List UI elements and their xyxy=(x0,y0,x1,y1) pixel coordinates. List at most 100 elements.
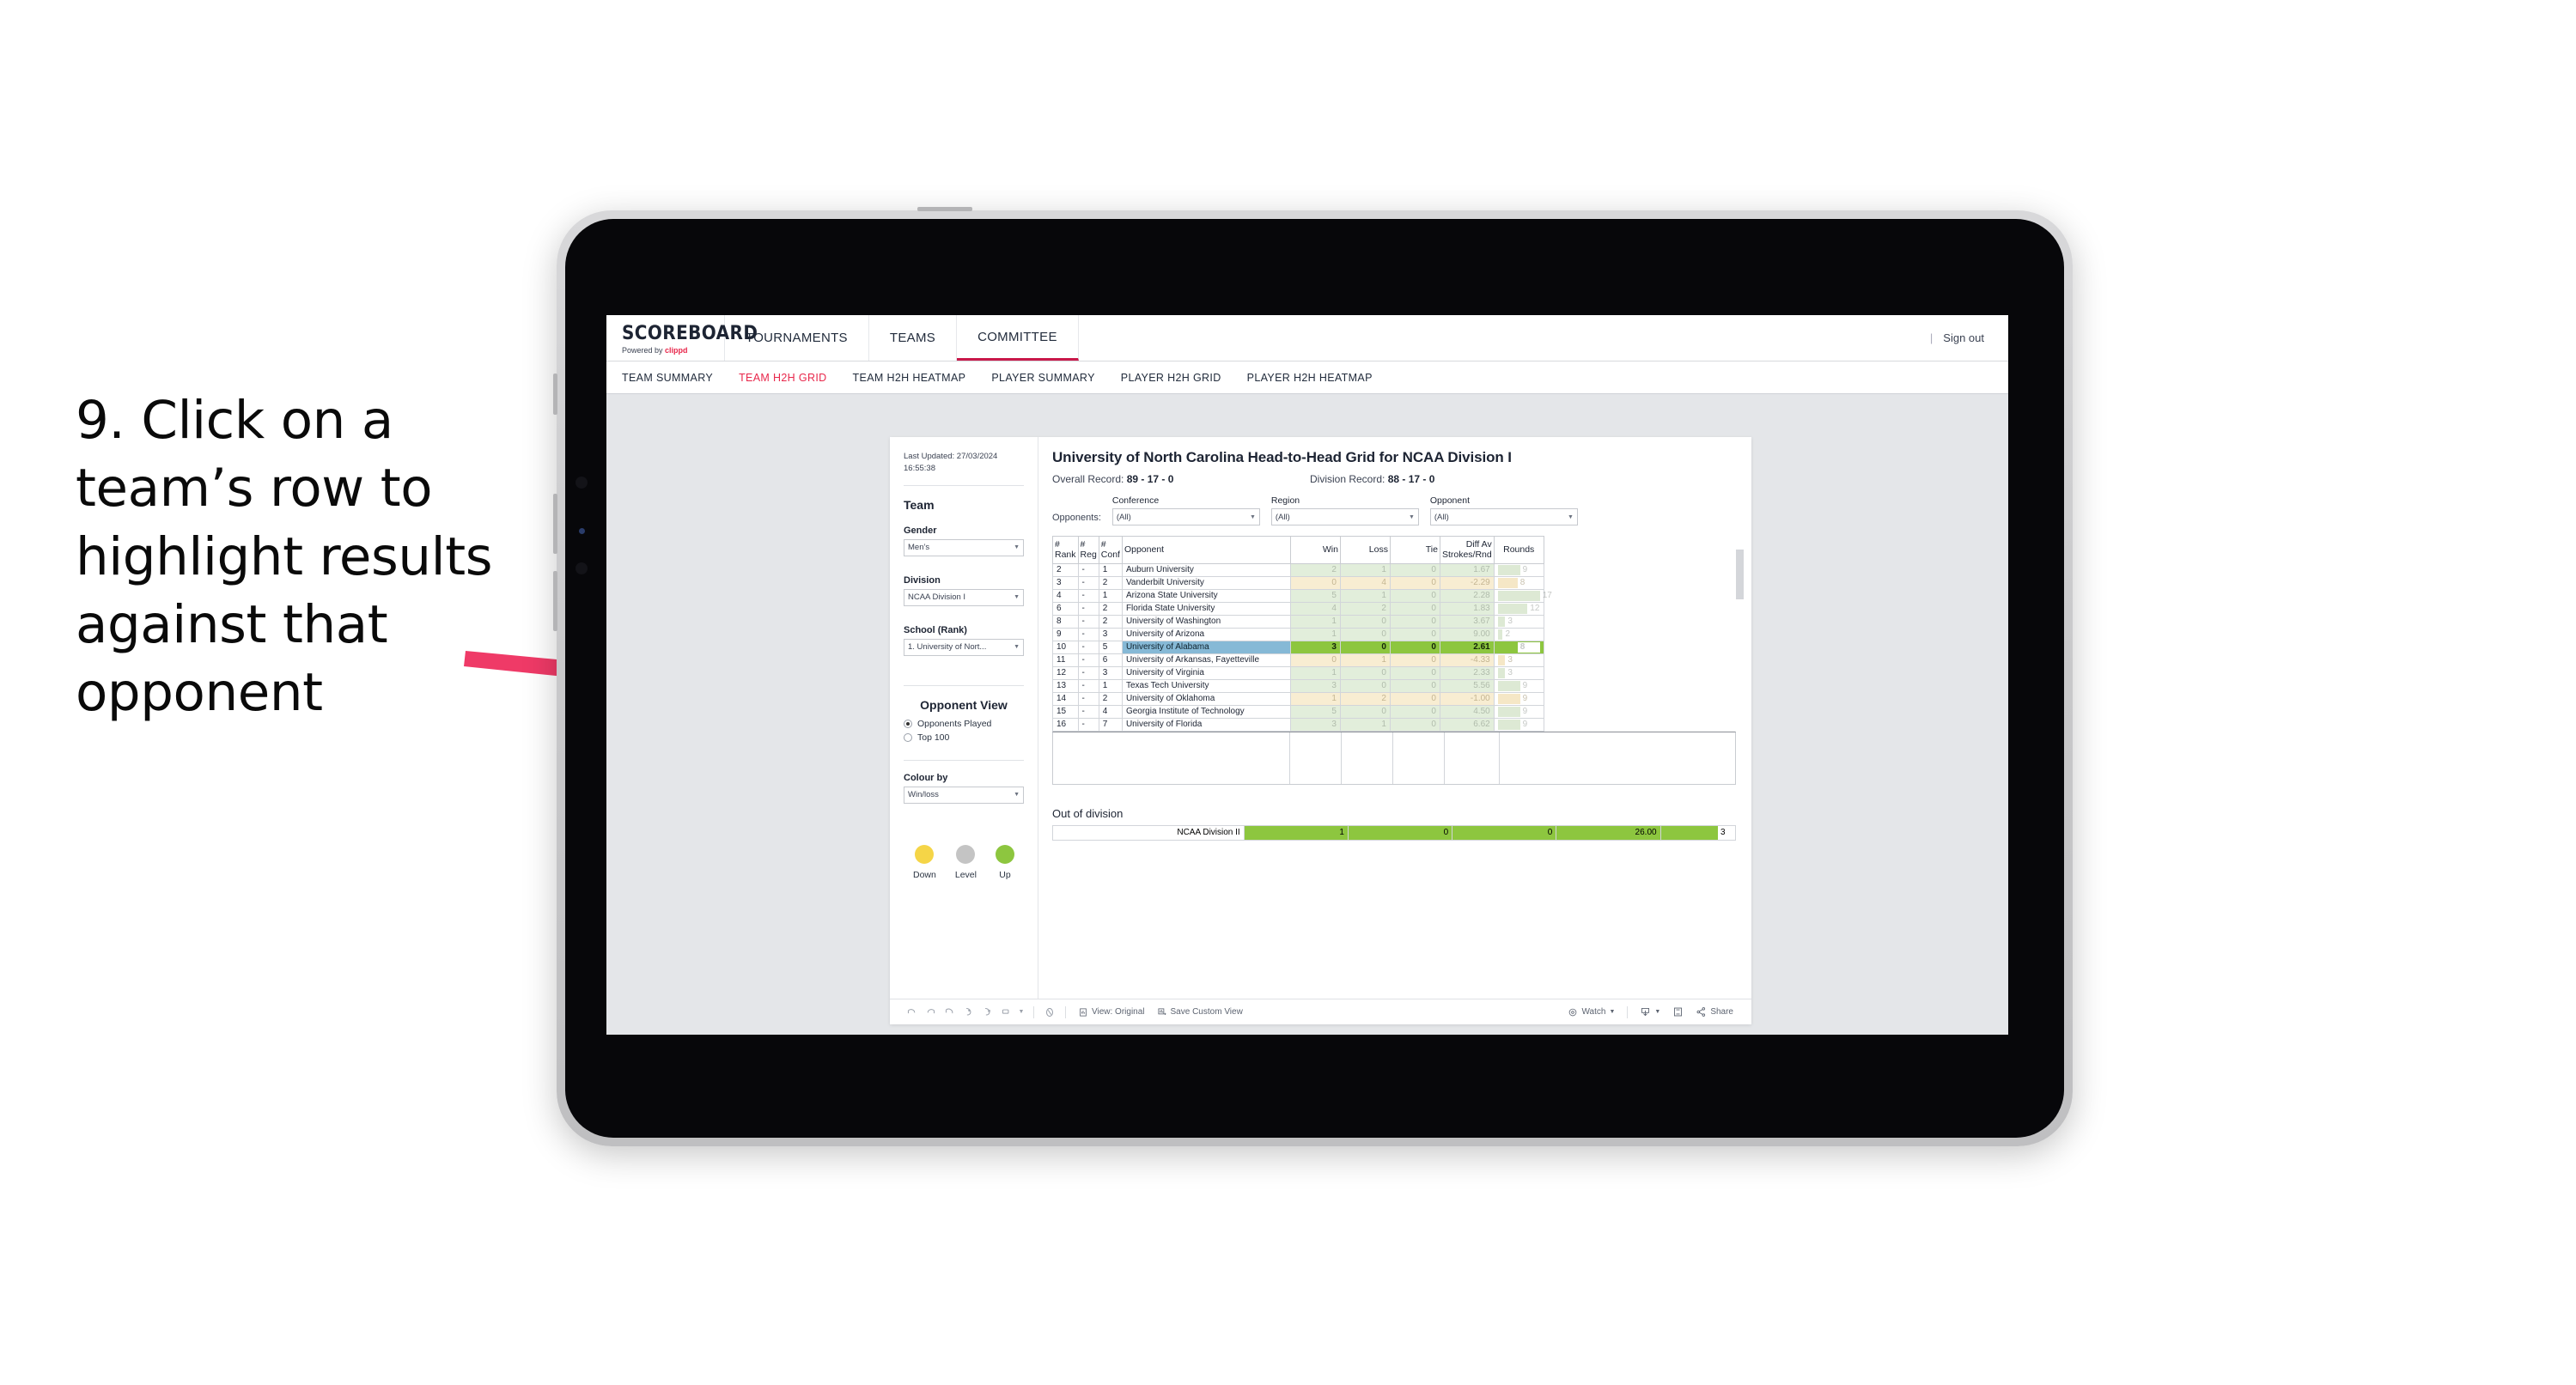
cell-tie: 0 xyxy=(1389,678,1440,693)
conference-select[interactable]: (All) ▼ xyxy=(1111,508,1260,525)
legend-label-level: Level xyxy=(954,869,977,880)
device-camera-dot-top xyxy=(575,477,588,489)
cell-opponent: University of Washington xyxy=(1121,614,1291,629)
table-row[interactable]: 16-7 University of Florida 3 1 0 6.62 9 xyxy=(1052,717,1544,732)
grid-empty-win xyxy=(1290,732,1342,784)
gender-select[interactable]: Men’s ▼ xyxy=(904,538,1024,556)
table-row[interactable]: 14-2 University of Oklahoma 1 2 0 -1.00 9 xyxy=(1052,691,1544,706)
rounds-bar-cell: 8 xyxy=(1497,641,1540,653)
save-custom-view-label: Save Custom View xyxy=(1170,1007,1243,1017)
cell-rank: 14 xyxy=(1052,691,1079,706)
pause-refresh-icon[interactable] xyxy=(977,1006,996,1017)
share-icon xyxy=(1696,1007,1706,1017)
cell-tie: 0 xyxy=(1389,704,1440,719)
grid-vertical-scrollbar[interactable] xyxy=(1736,550,1744,599)
app-logo[interactable]: SCOREBOARD Powered by clippd xyxy=(606,315,758,361)
revert-icon[interactable] xyxy=(940,1006,959,1017)
cell-diff: 6.62 xyxy=(1439,717,1495,732)
division-record: Division Record: 88 - 17 - 0 xyxy=(1310,473,1434,485)
table-row[interactable]: 10-5 University of Alabama 3 0 0 2.61 8 xyxy=(1052,640,1544,654)
table-row[interactable]: 3-2 Vanderbilt University 0 4 0 -2.29 8 xyxy=(1052,575,1544,590)
col-tie: Tie xyxy=(1389,536,1440,564)
cell-conference: 7 xyxy=(1098,717,1123,732)
watch-button[interactable]: Watch ▼ xyxy=(1562,1007,1621,1017)
table-row[interactable]: 15-4 Georgia Institute of Technology 5 0 0 4.… xyxy=(1052,704,1544,719)
grid-empty-left xyxy=(1053,732,1290,784)
region-select[interactable]: (All) ▼ xyxy=(1270,508,1419,525)
subnav-team-h2h-heatmap[interactable]: TEAM H2H HEATMAP xyxy=(853,372,966,384)
opponent-filter: Opponent (All) ▼ xyxy=(1429,495,1578,525)
share-button[interactable]: Share xyxy=(1690,1006,1739,1017)
clear-sheet-icon[interactable] xyxy=(1040,1006,1059,1018)
table-row[interactable]: 8-2 University of Washington 1 0 0 3.67 3 xyxy=(1052,614,1544,629)
cell-loss: 1 xyxy=(1339,717,1391,732)
pause-auto-update-icon[interactable] xyxy=(996,1006,1015,1017)
device-power-button xyxy=(553,374,557,415)
table-row[interactable]: 12-3 University of Virginia 1 0 0 2.33 3 xyxy=(1052,665,1544,680)
fullscreen-button[interactable] xyxy=(1666,1006,1690,1017)
radio-top-100[interactable]: Top 100 xyxy=(904,732,1024,743)
nav-teams[interactable]: TEAMS xyxy=(869,315,958,361)
rounds-bar xyxy=(1497,616,1506,627)
cell-diff: 2.61 xyxy=(1439,640,1495,654)
subnav-player-summary[interactable]: PLAYER SUMMARY xyxy=(991,372,1094,384)
cell-rank: 10 xyxy=(1052,640,1079,654)
rounds-bar-cell: 12 xyxy=(1497,603,1540,614)
table-row[interactable]: 2-1 Auburn University 2 1 0 1.67 9 xyxy=(1052,562,1544,577)
rounds-bar xyxy=(1497,706,1520,717)
toolbar-divider-3 xyxy=(1627,1005,1629,1018)
subnav-player-h2h-grid[interactable]: PLAYER H2H GRID xyxy=(1121,372,1221,384)
rounds-bar-cell: 2 xyxy=(1497,629,1540,640)
rounds-value: 9 xyxy=(1522,680,1528,690)
division-select[interactable]: NCAA Division I ▼ xyxy=(904,588,1024,606)
ood-diff-cell: 26.00 xyxy=(1556,824,1661,841)
opponent-select[interactable]: (All) ▼ xyxy=(1429,508,1578,525)
table-row[interactable]: 13-1 Texas Tech University 3 0 0 5.56 9 xyxy=(1052,678,1544,693)
cell-opponent: Texas Tech University xyxy=(1121,678,1291,693)
table-row[interactable]: 9-3 University of Arizona 1 0 0 9.00 2 xyxy=(1052,627,1544,641)
subnav-team-summary[interactable]: TEAM SUMMARY xyxy=(622,372,713,384)
table-row[interactable]: 4-1 Arizona State University 5 1 0 2.28 17 xyxy=(1052,588,1552,603)
refresh-icon[interactable] xyxy=(959,1006,977,1017)
view-original-button[interactable]: View: Original xyxy=(1072,1007,1151,1017)
dashboard-canvas: Last Updated: 27/03/2024 16:55:38 Team G… xyxy=(606,394,2008,1035)
redo-icon[interactable] xyxy=(921,1006,940,1017)
cell-opponent: University of Arkansas, Fayetteville xyxy=(1121,653,1291,667)
chevron-down-icon[interactable]: ▼ xyxy=(1015,1009,1027,1015)
cell-rank: 9 xyxy=(1052,627,1079,641)
sign-out-link[interactable]: Sign out xyxy=(1943,331,1984,344)
logo-tagline-prefix: Powered by xyxy=(622,345,666,355)
cell-conference: 1 xyxy=(1098,588,1123,603)
share-label: Share xyxy=(1710,1007,1733,1017)
save-custom-view-button[interactable]: Save Custom View xyxy=(1151,1007,1249,1017)
table-row[interactable]: 6-2 Florida State University 4 2 0 1.83 12 xyxy=(1052,601,1544,616)
device-camera-dot-bottom xyxy=(575,562,588,574)
gender-select-value: Men’s xyxy=(908,543,930,553)
rounds-bar-cell: 17 xyxy=(1497,590,1552,601)
cell-rounds: 3 xyxy=(1493,614,1544,629)
subnav-team-h2h-grid[interactable]: TEAM H2H GRID xyxy=(739,372,826,384)
device-volume-down-button xyxy=(553,571,557,631)
cell-conference: 2 xyxy=(1098,691,1123,706)
last-updated-text: Last Updated: 27/03/2024 16:55:38 xyxy=(904,452,998,473)
radio-opponents-played[interactable]: Opponents Played xyxy=(904,719,1024,729)
cell-diff: 3.67 xyxy=(1439,614,1495,629)
undo-icon[interactable] xyxy=(902,1006,921,1017)
cell-opponent: University of Oklahoma xyxy=(1121,691,1291,706)
cell-diff: -4.33 xyxy=(1439,653,1495,667)
out-of-division-row[interactable]: NCAA Division II 1 0 0 26.00 3 xyxy=(1052,824,1737,841)
download-button[interactable]: ▼ xyxy=(1634,1006,1666,1017)
school-filter-group: School (Rank) 1. University of Nort... ▼ xyxy=(904,625,1024,656)
table-row[interactable]: 11-6 University of Arkansas, Fayetteville… xyxy=(1052,653,1544,667)
viz-title: University of North Carolina Head-to-Hea… xyxy=(1052,449,1512,465)
conference-filter-caption: Conference xyxy=(1111,495,1160,506)
cell-rounds: 9 xyxy=(1493,717,1544,732)
col-reg-label: # Reg xyxy=(1080,539,1097,561)
rounds-value: 9 xyxy=(1522,693,1528,703)
nav-committee[interactable]: COMMITTEE xyxy=(957,315,1079,361)
school-select[interactable]: 1. University of Nort... ▼ xyxy=(904,638,1024,656)
ood-name-cell: NCAA Division II xyxy=(1052,824,1245,841)
colour-by-select[interactable]: Win/loss ▼ xyxy=(904,786,1024,804)
subnav-player-h2h-heatmap[interactable]: PLAYER H2H HEATMAP xyxy=(1247,372,1373,384)
cell-region: - xyxy=(1077,717,1099,732)
